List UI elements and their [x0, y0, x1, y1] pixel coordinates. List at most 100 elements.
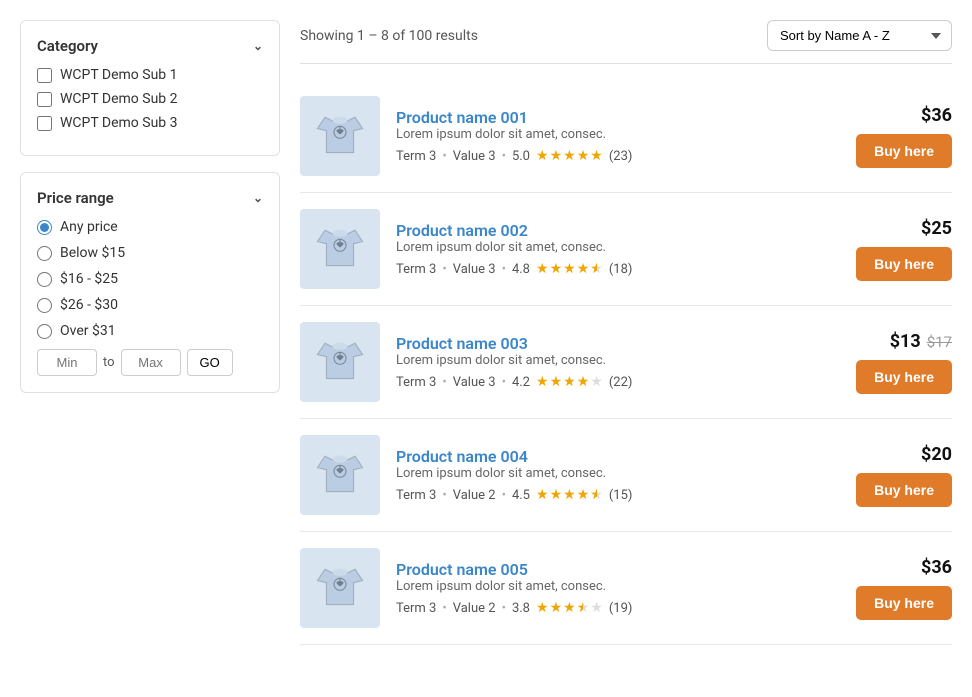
product-name[interactable]: Product name 003 [396, 334, 528, 353]
product-desc: Lorem ipsum dolor sit amet, consec. [396, 127, 826, 142]
product-meta: Term 3 • Value 3 • 5.0 ★★★★★ (23) [396, 148, 826, 164]
product-original-price: $17 [927, 333, 952, 351]
star-full: ★ [563, 600, 576, 616]
price-option[interactable]: Below $15 [37, 245, 263, 261]
star-full: ★ [563, 261, 576, 277]
product-info: Product name 003 Lorem ipsum dolor sit a… [396, 334, 826, 390]
sort-select[interactable]: Sort by Name A - ZSort by Name Z - ASort… [767, 20, 952, 51]
star-rating: ★★★★★ [536, 148, 603, 164]
product-value: Value 3 [453, 149, 496, 164]
star-full: ★ [536, 261, 549, 277]
category-checkbox[interactable] [37, 92, 52, 107]
product-image [300, 435, 380, 515]
product-row: Product name 005 Lorem ipsum dolor sit a… [300, 532, 952, 645]
star-full: ★ [536, 148, 549, 164]
category-checkbox[interactable] [37, 116, 52, 131]
category-item[interactable]: WCPT Demo Sub 3 [37, 115, 263, 131]
product-name[interactable]: Product name 002 [396, 221, 528, 240]
price-range-filter-label: Price range [37, 189, 114, 207]
dot-separator: • [442, 488, 446, 503]
product-value: Value 2 [453, 488, 496, 503]
dot-separator: • [442, 262, 446, 277]
product-name[interactable]: Product name 001 [396, 108, 528, 127]
price-radio[interactable] [37, 220, 52, 235]
product-price: $25 [921, 218, 952, 239]
product-list: Product name 001 Lorem ipsum dolor sit a… [300, 80, 952, 645]
price-option-label: Any price [60, 219, 118, 235]
dot-separator: • [502, 262, 506, 277]
star-full: ★ [550, 600, 563, 616]
product-price: $36 [921, 105, 952, 126]
price-range-filter-header[interactable]: Price range ⌄ [37, 189, 263, 207]
product-price-action: $20 Buy here [842, 444, 952, 507]
star-full: ★ [550, 374, 563, 390]
dot-separator: • [502, 488, 506, 503]
price-min-input[interactable] [37, 349, 97, 376]
chevron-down-icon: ⌄ [253, 191, 263, 205]
category-label: WCPT Demo Sub 2 [60, 91, 178, 107]
results-count: Showing 1 – 8 of 100 results [300, 28, 478, 44]
product-image [300, 548, 380, 628]
category-filter: Category ⌄ WCPT Demo Sub 1 WCPT Demo Sub… [20, 20, 280, 156]
product-value: Value 3 [453, 262, 496, 277]
price-option-label: Below $15 [60, 245, 125, 261]
product-review-count: (19) [609, 601, 633, 616]
sidebar: Category ⌄ WCPT Demo Sub 1 WCPT Demo Sub… [20, 20, 280, 645]
product-row: Product name 002 Lorem ipsum dolor sit a… [300, 193, 952, 306]
price-option[interactable]: $16 - $25 [37, 271, 263, 287]
price-range-inputs: to GO [37, 349, 263, 376]
dot-separator: • [502, 149, 506, 164]
price-option[interactable]: Any price [37, 219, 263, 235]
category-checkbox[interactable] [37, 68, 52, 83]
product-rating-number: 4.2 [512, 375, 530, 390]
product-review-count: (23) [609, 149, 633, 164]
product-name[interactable]: Product name 005 [396, 560, 528, 579]
product-info: Product name 005 Lorem ipsum dolor sit a… [396, 560, 826, 616]
product-row: Product name 001 Lorem ipsum dolor sit a… [300, 80, 952, 193]
price-radio[interactable] [37, 324, 52, 339]
star-empty: ★ [590, 600, 603, 616]
star-half: ★★ [590, 487, 603, 503]
dot-separator: • [442, 601, 446, 616]
product-name[interactable]: Product name 004 [396, 447, 528, 466]
price-options-list: Any price Below $15 $16 - $25 $26 - $30 … [37, 219, 263, 339]
product-desc: Lorem ipsum dolor sit amet, consec. [396, 240, 826, 255]
product-image [300, 96, 380, 176]
product-desc: Lorem ipsum dolor sit amet, consec. [396, 579, 826, 594]
price-max-input[interactable] [121, 349, 181, 376]
product-info: Product name 004 Lorem ipsum dolor sit a… [396, 447, 826, 503]
product-desc: Lorem ipsum dolor sit amet, consec. [396, 466, 826, 481]
price-go-button[interactable]: GO [187, 349, 233, 376]
category-item[interactable]: WCPT Demo Sub 1 [37, 67, 263, 83]
price-option[interactable]: $26 - $30 [37, 297, 263, 313]
product-meta: Term 3 • Value 3 • 4.8 ★★★★★★ (18) [396, 261, 826, 277]
product-desc: Lorem ipsum dolor sit amet, consec. [396, 353, 826, 368]
product-rating-number: 4.5 [512, 488, 530, 503]
star-empty: ★ [590, 374, 603, 390]
star-rating: ★★★★★★ [536, 487, 603, 503]
buy-button[interactable]: Buy here [856, 247, 952, 281]
category-label: WCPT Demo Sub 1 [60, 67, 178, 83]
price-radio[interactable] [37, 298, 52, 313]
product-term: Term 3 [396, 149, 436, 164]
buy-button[interactable]: Buy here [856, 134, 952, 168]
results-header: Showing 1 – 8 of 100 results Sort by Nam… [300, 20, 952, 64]
product-value: Value 2 [453, 601, 496, 616]
star-full: ★ [563, 487, 576, 503]
buy-button[interactable]: Buy here [856, 586, 952, 620]
product-term: Term 3 [396, 488, 436, 503]
price-radio[interactable] [37, 246, 52, 261]
product-price: $36 [921, 557, 952, 578]
category-filter-header[interactable]: Category ⌄ [37, 37, 263, 55]
star-full: ★ [563, 148, 576, 164]
star-full: ★ [536, 600, 549, 616]
chevron-down-icon: ⌄ [253, 39, 263, 53]
buy-button[interactable]: Buy here [856, 473, 952, 507]
buy-button[interactable]: Buy here [856, 360, 952, 394]
product-review-count: (15) [609, 488, 633, 503]
price-option[interactable]: Over $31 [37, 323, 263, 339]
category-item[interactable]: WCPT Demo Sub 2 [37, 91, 263, 107]
price-radio[interactable] [37, 272, 52, 287]
star-full: ★ [590, 148, 603, 164]
star-full: ★ [577, 148, 590, 164]
